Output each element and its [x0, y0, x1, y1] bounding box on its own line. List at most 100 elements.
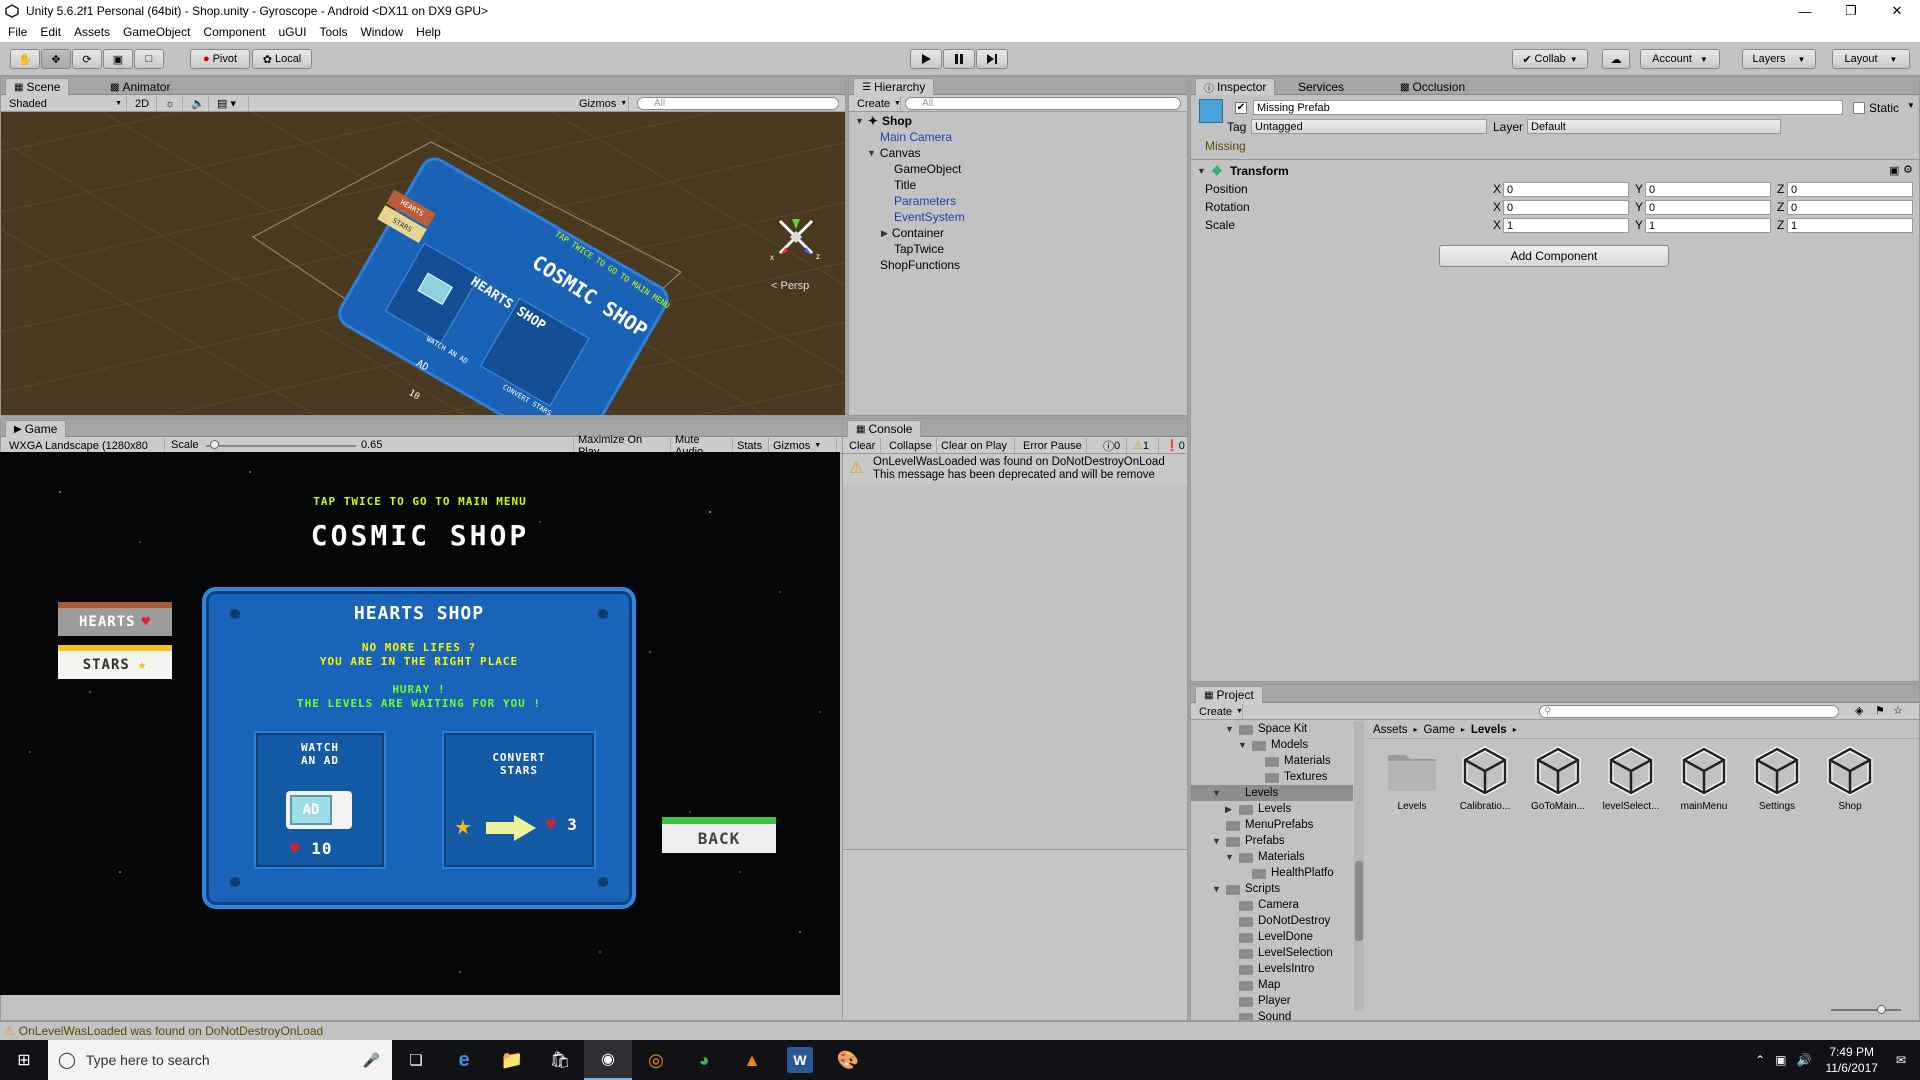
tab-console[interactable]: ▦ Console [847, 420, 922, 437]
restore-icon[interactable]: ❐ [1828, 0, 1874, 22]
tab-scene[interactable]: ▦ Scene [5, 78, 70, 95]
menu-gameobject[interactable]: GameObject [123, 25, 190, 39]
tab-hierarchy[interactable]: ☰ Hierarchy [853, 78, 935, 95]
project-create-dropdown[interactable]: Create ▼ [1195, 704, 1243, 719]
asset-item[interactable]: mainMenu [1669, 745, 1739, 812]
project-tree-item[interactable]: MenuPrefabs [1191, 817, 1353, 833]
convert-stars-box[interactable]: CONVERT STARS ★ ♥ 3 [442, 731, 596, 869]
menu-tools[interactable]: Tools [319, 25, 347, 39]
transform-scale-y-field[interactable]: 1 [1645, 218, 1771, 233]
add-component-button[interactable]: Add Component [1439, 245, 1669, 267]
lighting-icon[interactable]: ☼ [161, 96, 183, 111]
console-clear-on-play-button[interactable]: Clear on Play [937, 438, 1015, 453]
hierarchy-scene-root[interactable]: ▼ ✦ Shop [855, 113, 912, 129]
edge-icon[interactable]: e [440, 1049, 488, 1072]
project-tree-item[interactable]: ▼ Levels [1191, 785, 1353, 801]
vlc-icon[interactable]: ▲ [728, 1050, 776, 1071]
project-tree-item[interactable]: Textures [1191, 769, 1353, 785]
scale-tool-icon[interactable]: ▣ [103, 49, 133, 69]
utorrent-icon[interactable]: ◕ [680, 1050, 728, 1071]
project-tree-item[interactable]: LevelsIntro [1191, 961, 1353, 977]
hierarchy-create-dropdown[interactable]: Create ▼ [853, 96, 901, 111]
close-icon[interactable]: ✕ [1874, 0, 1920, 22]
taskbar-search-box[interactable]: ◯ Type here to search 🎤 [48, 1040, 392, 1080]
info-filter[interactable]: ⓘ 0 [1099, 438, 1127, 453]
task-view-icon[interactable]: ❏ [392, 1051, 440, 1069]
console-error-pause-button[interactable]: Error Pause [1019, 438, 1087, 453]
project-tree-item[interactable]: DoNotDestroy [1191, 913, 1353, 929]
file-explorer-icon[interactable]: 📁 [488, 1050, 536, 1071]
transform-position-y-field[interactable]: 0 [1645, 182, 1771, 197]
asset-item[interactable]: levelSelect... [1596, 745, 1666, 812]
breadcrumb-game[interactable]: Game [1424, 724, 1455, 736]
tag-dropdown[interactable]: Untagged [1251, 119, 1487, 134]
project-tree-item[interactable]: Materials [1191, 753, 1353, 769]
menu-file[interactable]: File [8, 25, 27, 39]
scene-viewport[interactable]: HEARTS SHOP COSMIC SHOP TAP TWICE TO GO … [1, 112, 845, 415]
console-collapse-button[interactable]: Collapse [885, 438, 937, 453]
mute-audio-toggle[interactable]: Mute Audio [671, 434, 733, 458]
unity-taskbar-icon[interactable]: ◉ [584, 1040, 632, 1080]
asset-size-thumb[interactable] [1877, 1005, 1886, 1014]
warning-filter[interactable]: ⚠ 1 [1129, 438, 1159, 453]
object-name-field[interactable]: Missing Prefab [1253, 100, 1843, 115]
2d-toggle[interactable]: 2D [131, 96, 157, 111]
tab-services[interactable]: Services [1289, 78, 1353, 95]
transform-rotation-z-field[interactable]: 0 [1787, 200, 1913, 215]
word-icon[interactable]: W [787, 1047, 813, 1073]
scene-search-input[interactable]: All [637, 97, 839, 110]
transform-position-x-field[interactable]: 0 [1503, 182, 1629, 197]
transform-scale-x-field[interactable]: 1 [1503, 218, 1629, 233]
error-filter[interactable]: ❗ 0 [1161, 438, 1187, 453]
project-tree-item[interactable]: ▼ Prefabs [1191, 833, 1353, 849]
hierarchy-item-taptwice[interactable]: TapTwice [894, 241, 944, 257]
tab-inspector[interactable]: ⓘ Inspector [1195, 78, 1276, 95]
menu-edit[interactable]: Edit [40, 25, 61, 39]
console-entry[interactable]: ⚠ OnLevelWasLoaded was found on DoNotDes… [843, 454, 1187, 484]
play-button[interactable] [910, 49, 942, 69]
active-checkbox[interactable]: ✔ [1235, 102, 1247, 114]
project-tree-item[interactable]: Map [1191, 977, 1353, 993]
project-tree-item[interactable]: Sound [1191, 1009, 1353, 1020]
menu-assets[interactable]: Assets [74, 25, 110, 39]
game-viewport[interactable]: TAP TWICE TO GO TO MAIN MENU COSMIC SHOP… [0, 452, 840, 995]
blender-icon[interactable]: ◎ [632, 1050, 680, 1071]
maximize-on-play-toggle[interactable]: Maximize On Play [573, 434, 671, 458]
project-tree-item[interactable]: Camera [1191, 897, 1353, 913]
rect-tool-icon[interactable]: □ [134, 49, 164, 69]
hierarchy-item-main-camera[interactable]: Main Camera [880, 129, 952, 145]
project-tree-item[interactable]: LevelSelection [1191, 945, 1353, 961]
transform-rotation-x-field[interactable]: 0 [1503, 200, 1629, 215]
cloud-icon[interactable]: ☁ [1602, 49, 1630, 69]
pause-button[interactable] [943, 49, 975, 69]
transform-rotation-y-field[interactable]: 0 [1645, 200, 1771, 215]
move-tool-icon[interactable]: ✥ [41, 49, 71, 69]
hearts-button[interactable]: HEARTS ♥ [58, 602, 172, 636]
notifications-icon[interactable]: ✉ [1896, 1053, 1906, 1067]
project-search-input[interactable]: ⚲ [1539, 705, 1839, 718]
collab-button[interactable]: ✔ Collab ▼ [1512, 49, 1588, 69]
clock[interactable]: 7:49 PM 11/6/2017 [1825, 1044, 1878, 1076]
paint-icon[interactable]: 🎨 [824, 1050, 872, 1071]
layers-dropdown[interactable]: Layers ▼ [1742, 49, 1816, 69]
dropdown-arrow-icon[interactable]: ▼ [1907, 101, 1915, 110]
network-icon[interactable]: ▣ [1775, 1053, 1786, 1067]
hierarchy-item-title[interactable]: Title [894, 177, 916, 193]
transform-scale-z-field[interactable]: 1 [1787, 218, 1913, 233]
hierarchy-item-eventsystem[interactable]: EventSystem [894, 209, 965, 225]
store-icon[interactable]: 🛍 [536, 1050, 584, 1070]
static-checkbox[interactable] [1853, 102, 1865, 114]
hierarchy-search-input[interactable]: All [905, 97, 1181, 110]
gizmos-dropdown[interactable]: Gizmos ▼ [575, 96, 629, 111]
breadcrumb-levels[interactable]: Levels [1471, 724, 1507, 736]
layout-dropdown[interactable]: Layout ▼ [1832, 49, 1910, 69]
rotate-tool-icon[interactable]: ⟳ [72, 49, 102, 69]
status-bar[interactable]: ⚠ OnLevelWasLoaded was found on DoNotDes… [0, 1021, 1920, 1040]
asset-item[interactable]: Levels [1377, 745, 1447, 812]
asset-item[interactable]: Calibratio... [1450, 745, 1520, 812]
menu-window[interactable]: Window [360, 25, 403, 39]
menu-component[interactable]: Component [203, 25, 265, 39]
hierarchy-item-parameters[interactable]: Parameters [894, 193, 956, 209]
help-icon[interactable]: ▣ [1889, 164, 1899, 177]
effects-icon[interactable]: ▤ ▾ [213, 96, 249, 111]
